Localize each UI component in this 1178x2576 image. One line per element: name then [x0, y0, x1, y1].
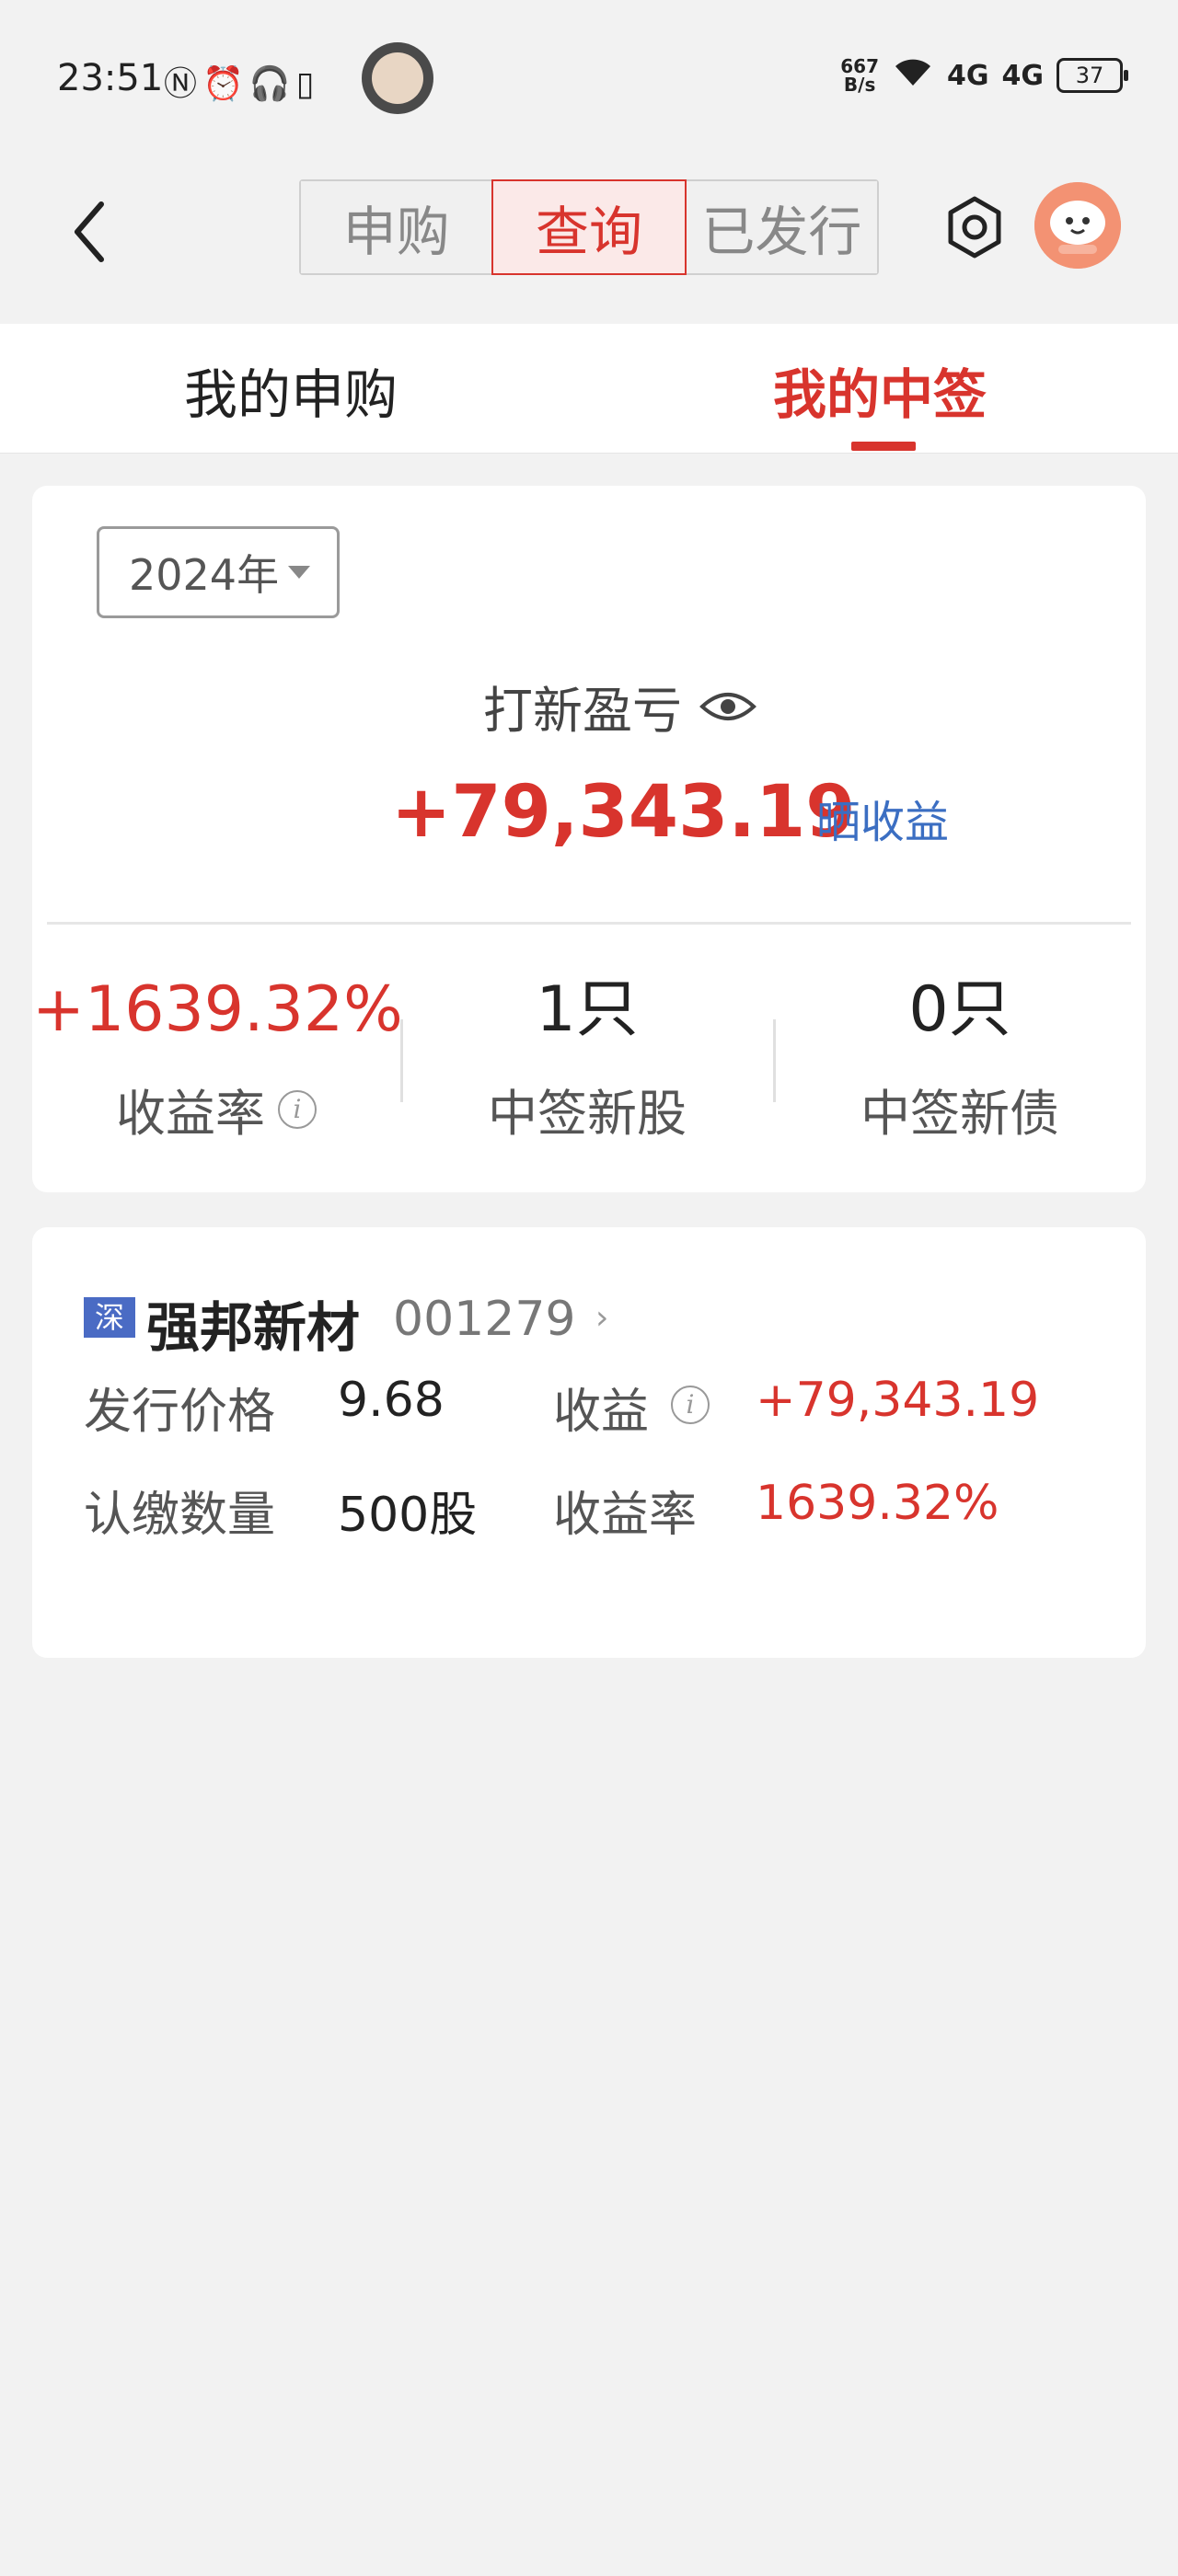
profit-label: 收益	[553, 1385, 650, 1440]
segment-subscribe[interactable]: 申购	[301, 181, 494, 273]
status-time: 23:51	[57, 57, 164, 99]
year-dropdown-value: 2024年	[129, 550, 280, 600]
pl-value: +79,343.19	[391, 771, 856, 854]
notification-avatar-icon	[362, 42, 433, 114]
segmented-control: 申购 查询 已发行	[299, 179, 879, 275]
alarm-icon: ⏰	[202, 65, 249, 103]
stat-allotted-bonds: 0只 中签新债	[776, 973, 1144, 1145]
pl-title: 打新盈亏	[483, 670, 757, 742]
chevron-right-icon[interactable]: ›	[595, 1299, 608, 1337]
eye-icon[interactable]	[699, 686, 757, 727]
share-profit-link[interactable]: 晒收益	[816, 786, 949, 850]
return-rate-label: 收益率	[116, 1085, 265, 1143]
stat-allotted-stocks: 1只 中签新股	[403, 973, 771, 1145]
chevron-left-icon	[75, 201, 104, 262]
allotted-bonds-label: 中签新债	[860, 1085, 1059, 1143]
signal-4g-icon-1: 4G	[947, 59, 989, 92]
back-button[interactable]	[64, 195, 120, 269]
summary-card: 2024年 打新盈亏 +79,343.19 晒收益 +1639.32% 收益率 …	[32, 486, 1146, 1192]
allotted-bonds-value: 0只	[908, 973, 1011, 1046]
divider	[47, 922, 1131, 925]
allotted-stocks-value: 1只	[536, 973, 639, 1046]
info-icon[interactable]: i	[671, 1386, 710, 1424]
stock-name[interactable]: 强邦新材	[146, 1284, 360, 1362]
allotment-detail-card[interactable]: 深 强邦新材 001279 › 发行价格 9.68 收益 i +79,343.1…	[32, 1227, 1146, 1658]
settings-button[interactable]	[941, 193, 1009, 261]
battery-saver-icon: ▯	[295, 65, 320, 103]
quantity-label: 认缴数量	[84, 1488, 276, 1543]
rate-value: 1639.32%	[756, 1476, 999, 1531]
active-tab-indicator	[851, 442, 916, 451]
signal-4g-icon-2: 4G	[1001, 59, 1045, 92]
rate-label: 收益率	[553, 1488, 698, 1543]
return-rate-value: +1639.32%	[32, 973, 403, 1046]
issue-price-label: 发行价格	[84, 1385, 276, 1440]
net-speed-value: 667	[840, 55, 879, 77]
tab-my-subscription[interactable]: 我的申购	[184, 351, 398, 429]
nfc-icon: Ⓝ	[164, 65, 203, 103]
return-rate-label-row: 收益率 i	[32, 1073, 400, 1145]
net-speed-unit: B/s	[843, 74, 876, 96]
stock-code: 001279	[393, 1292, 576, 1347]
status-notification-icons: Ⓝ⏰🎧▯	[164, 57, 319, 105]
year-dropdown[interactable]: 2024年	[97, 526, 340, 618]
pl-title-label: 打新盈亏	[483, 682, 682, 740]
quantity-value: 500股	[338, 1488, 478, 1543]
tab-bar: 我的申购 我的中签	[0, 324, 1178, 454]
battery-icon: 37	[1057, 58, 1128, 93]
headphones-icon: 🎧	[248, 65, 296, 103]
stat-return-rate: +1639.32% 收益率 i	[32, 973, 403, 1145]
allotted-stocks-label: 中签新股	[488, 1085, 687, 1143]
exchange-badge: 深	[84, 1297, 135, 1338]
segment-query[interactable]: 查询	[491, 179, 687, 275]
assistant-mascot-icon[interactable]	[1034, 182, 1121, 269]
issue-price-value: 9.68	[338, 1373, 445, 1428]
status-bar: 23:51 Ⓝ⏰🎧▯ 667 B/s 4G 4G 37	[0, 0, 1178, 156]
wifi-icon	[892, 55, 934, 96]
gear-icon	[948, 196, 1001, 259]
profit-value: +79,343.19	[756, 1373, 1040, 1428]
info-icon[interactable]: i	[278, 1089, 317, 1129]
status-right-group: 667 B/s 4G 4G 37	[840, 55, 1128, 96]
caret-down-icon	[288, 566, 311, 579]
net-speed: 667 B/s	[840, 57, 879, 94]
segment-issued[interactable]: 已发行	[686, 181, 877, 273]
tab-my-allotment[interactable]: 我的中签	[773, 351, 987, 429]
header: 申购 查询 已发行	[0, 156, 1178, 322]
